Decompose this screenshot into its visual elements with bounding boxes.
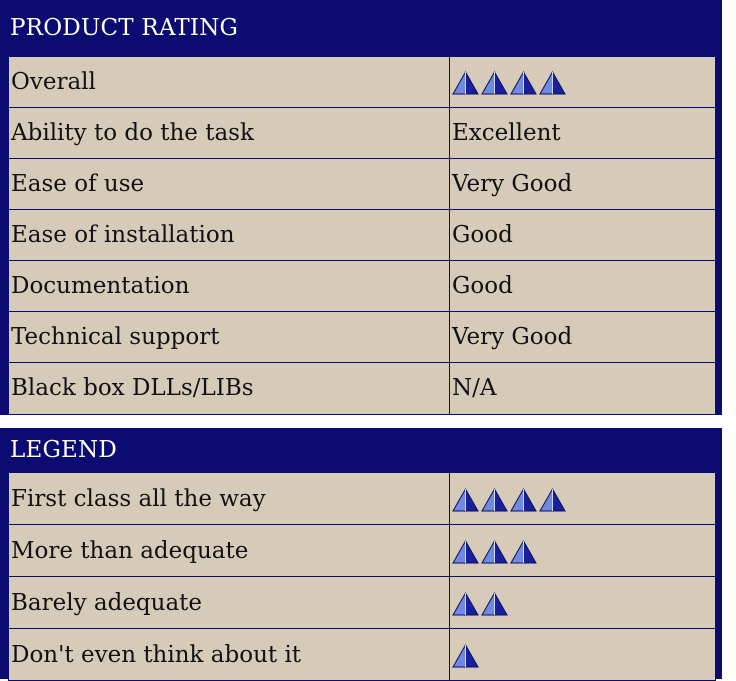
legend-label: Don't even think about it	[8, 628, 450, 681]
pyramid-icon	[510, 539, 537, 564]
rating-value: Very Good	[449, 311, 716, 363]
table-row: Documentation Good	[8, 260, 716, 312]
table-row: Technical support Very Good	[8, 311, 716, 363]
rating-value: Excellent	[449, 107, 716, 159]
legend-value	[449, 472, 716, 525]
table-row: First class all the way	[8, 472, 716, 525]
pyramid-rating	[452, 643, 479, 668]
rating-value: N/A	[449, 362, 716, 414]
legend-label: First class all the way	[8, 472, 450, 525]
pyramid-icon	[452, 487, 479, 512]
pyramid-icon	[510, 487, 537, 512]
table-row: Overall	[8, 56, 716, 108]
legend-label: Barely adequate	[8, 576, 450, 629]
rating-value	[449, 56, 716, 108]
pyramid-rating	[452, 591, 508, 616]
rating-value: Good	[449, 209, 716, 261]
pyramid-icon	[452, 591, 479, 616]
rating-value: Very Good	[449, 158, 716, 210]
pyramid-rating	[452, 70, 566, 95]
table-row: Ability to do the task Excellent	[8, 107, 716, 159]
pyramid-icon	[452, 70, 479, 95]
pyramid-rating	[452, 487, 566, 512]
legend-label: More than adequate	[8, 524, 450, 577]
legend-table: First class all the way More than adequa…	[8, 472, 716, 681]
legend-panel: LEGEND First class all the way More than…	[0, 428, 722, 681]
pyramid-icon	[481, 70, 508, 95]
table-row: Ease of installation Good	[8, 209, 716, 261]
pyramid-icon	[481, 539, 508, 564]
legend-value	[449, 524, 716, 577]
product-rating-panel: PRODUCT RATING Overall Ability to do the…	[0, 0, 722, 415]
table-row: More than adequate	[8, 524, 716, 577]
rating-label: Black box DLLs/LIBs	[8, 362, 450, 414]
rating-label: Technical support	[8, 311, 450, 363]
table-row: Black box DLLs/LIBs N/A	[8, 362, 716, 414]
table-row: Ease of use Very Good	[8, 158, 716, 210]
legend-title: LEGEND	[10, 437, 117, 463]
legend-value	[449, 576, 716, 629]
rating-label: Ease of installation	[8, 209, 450, 261]
table-row: Don't even think about it	[8, 628, 716, 681]
rating-label: Ease of use	[8, 158, 450, 210]
pyramid-icon	[481, 591, 508, 616]
pyramid-icon	[481, 487, 508, 512]
rating-value: Good	[449, 260, 716, 312]
legend-value	[449, 628, 716, 681]
product-rating-title: PRODUCT RATING	[10, 15, 239, 41]
pyramid-icon	[539, 487, 566, 512]
pyramid-icon	[452, 539, 479, 564]
rating-label: Documentation	[8, 260, 450, 312]
pyramid-rating	[452, 539, 537, 564]
table-row: Barely adequate	[8, 576, 716, 629]
pyramid-icon	[452, 643, 479, 668]
rating-label: Ability to do the task	[8, 107, 450, 159]
pyramid-icon	[510, 70, 537, 95]
rating-label: Overall	[8, 56, 450, 108]
pyramid-icon	[539, 70, 566, 95]
product-rating-table: Overall Ability to do the task Excellent…	[8, 56, 716, 414]
